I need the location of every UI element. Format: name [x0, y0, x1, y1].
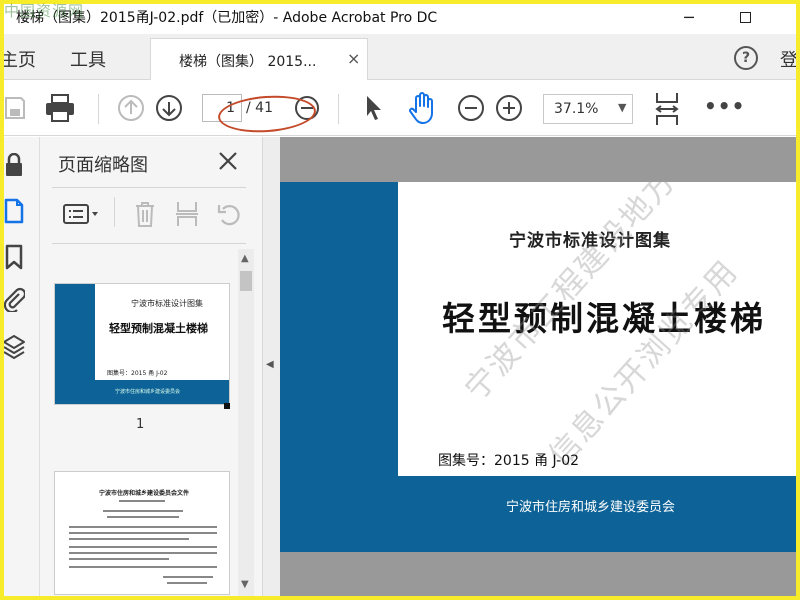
maximize-button[interactable]	[722, 0, 768, 34]
scroll-up-icon[interactable]: ▲	[241, 253, 249, 264]
chevron-down-icon: ▼	[618, 101, 627, 114]
list-options-icon	[63, 204, 98, 224]
page-thumbnails-icon	[4, 198, 24, 224]
arrow-up-circle-icon	[118, 95, 144, 121]
rotate-icon	[217, 205, 240, 226]
document-viewer[interactable]: 宁波市标准设计图集 轻型预制混凝土楼梯 宁波市工程建设地方细则 信息公开浏览专用…	[280, 137, 800, 600]
thumb-subtitle: 宁波市标准设计图集	[131, 299, 203, 308]
thumb-text-line	[167, 582, 207, 584]
zoom-in-icon	[496, 95, 522, 121]
rotate-page-button[interactable]	[214, 199, 244, 229]
pdf-page: 宁波市标准设计图集 轻型预制混凝土楼梯 宁波市工程建设地方细则 信息公开浏览专用…	[280, 182, 800, 552]
split-page-button[interactable]	[172, 199, 202, 229]
thumb-text-line	[69, 552, 217, 554]
help-icon[interactable]: ?	[734, 46, 758, 70]
page-thumbnails-panel: 页面缩略图 宁波市标准设计图集 轻型预制混凝土楼梯 图集号：2015 甬 J-0…	[40, 137, 263, 600]
title-bar: 楼梯（图集）2015甬J-02.pdf（已加密）- Adobe Acrobat …	[0, 0, 800, 34]
zoom-out-icon	[458, 95, 484, 121]
toolbar: 1 / 41 37.1% ▼ •••	[0, 80, 800, 136]
menu-tools[interactable]: 工具	[70, 46, 106, 72]
thumb-text-line	[69, 538, 189, 540]
panel-toolbar-divider	[114, 197, 115, 227]
layers-button[interactable]	[2, 333, 26, 361]
zoom-out-button[interactable]	[456, 93, 486, 123]
thumb-title: 宁波市住房和城乡建设委员会文件	[99, 490, 190, 497]
sign-in-link[interactable]: 登	[780, 46, 798, 72]
split-page-icon	[176, 202, 198, 226]
thumbnail-resize-handle[interactable]	[224, 403, 230, 409]
bookmark-icon	[5, 244, 23, 270]
thumb-text-line	[119, 500, 165, 502]
document-tab[interactable]: 楼梯（图集） 2015... ×	[150, 38, 368, 80]
next-page-button[interactable]	[154, 93, 184, 123]
page-thumbnails-button[interactable]	[2, 197, 26, 225]
panel-title: 页面缩略图	[58, 155, 148, 176]
fit-page-button[interactable]	[652, 90, 682, 128]
zoom-level-dropdown[interactable]: 37.1% ▼	[543, 94, 633, 124]
zoom-in-button[interactable]	[494, 93, 524, 123]
previous-page-button[interactable]	[116, 93, 146, 123]
toolbar-divider	[98, 94, 99, 124]
more-tools-button[interactable]: •••	[704, 94, 745, 118]
collapse-arrow-icon: ◀	[266, 359, 274, 370]
menu-home[interactable]: 主页	[0, 46, 36, 72]
panel-divider	[52, 187, 246, 188]
navigation-icon-strip	[0, 137, 40, 600]
print-button[interactable]	[44, 92, 76, 124]
hand-tool-button[interactable]	[404, 90, 440, 126]
menu-row: 主页 工具 楼梯（图集） 2015... × ? 登	[0, 34, 800, 80]
fit-page-icon	[655, 93, 679, 125]
arrow-down-circle-icon	[156, 95, 182, 121]
document-tab-label: 楼梯（图集） 2015...	[179, 54, 317, 70]
zoom-level-value: 37.1%	[554, 101, 599, 117]
thumbnail-page-label: 1	[136, 417, 145, 432]
document-publisher: 宁波市住房和城乡建设委员会	[506, 500, 676, 515]
minimize-icon: ─	[684, 7, 694, 27]
trash-icon	[136, 202, 154, 227]
thumb-text-line	[69, 526, 217, 528]
thumb-text-line	[103, 510, 183, 512]
printer-icon	[46, 94, 74, 122]
close-icon	[219, 152, 237, 170]
close-panel-button[interactable]	[216, 149, 240, 173]
panel-collapse-handle[interactable]: ◀	[263, 137, 280, 600]
thumbnail-scrollbar[interactable]: ▲ ▼	[238, 249, 254, 599]
thumb-text-line	[69, 558, 169, 560]
scroll-down-icon[interactable]: ▼	[241, 579, 249, 590]
thumbnail-options-button[interactable]	[60, 199, 104, 229]
maximize-icon	[739, 11, 751, 23]
page-thumbnail-2[interactable]: 宁波市住房和城乡建设委员会文件	[54, 471, 230, 595]
page-thumbnail-1[interactable]: 宁波市标准设计图集 轻型预制混凝土楼梯 图集号：2015 甬 J-02 宁波市住…	[54, 283, 230, 405]
attachments-button[interactable]	[2, 285, 26, 313]
document-number: 图集号：2015 甬 J-02	[438, 453, 580, 469]
lock-icon	[6, 153, 22, 176]
paperclip-icon	[3, 287, 25, 312]
close-tab-icon[interactable]: ×	[347, 49, 360, 68]
cursor-arrow-icon	[367, 96, 381, 120]
thumb-text-line	[69, 546, 217, 548]
thumb-text-line	[163, 576, 213, 578]
toolbar-divider	[338, 94, 339, 124]
site-watermark-logo: 中国资源网	[4, 2, 85, 20]
thumb-text-line	[69, 532, 217, 534]
save-icon	[5, 97, 25, 119]
delete-page-button[interactable]	[130, 199, 160, 229]
select-tool-button[interactable]	[360, 92, 388, 124]
security-button[interactable]	[2, 151, 26, 179]
thumb-number: 图集号：2015 甬 J-02	[107, 370, 168, 377]
bookmarks-button[interactable]	[2, 243, 26, 271]
scrollbar-thumb[interactable]	[240, 271, 252, 291]
panel-divider	[52, 243, 246, 244]
minimize-button[interactable]: ─	[666, 0, 712, 34]
thumb-text-line	[107, 516, 179, 518]
layers-icon	[3, 335, 25, 359]
thumb-title: 轻型预制混凝土楼梯	[109, 322, 208, 335]
save-button[interactable]	[2, 94, 28, 122]
thumb-text-line	[69, 566, 217, 568]
hand-icon	[409, 92, 433, 124]
thumb-publisher: 宁波市住房和城乡建设委员会	[115, 389, 181, 395]
